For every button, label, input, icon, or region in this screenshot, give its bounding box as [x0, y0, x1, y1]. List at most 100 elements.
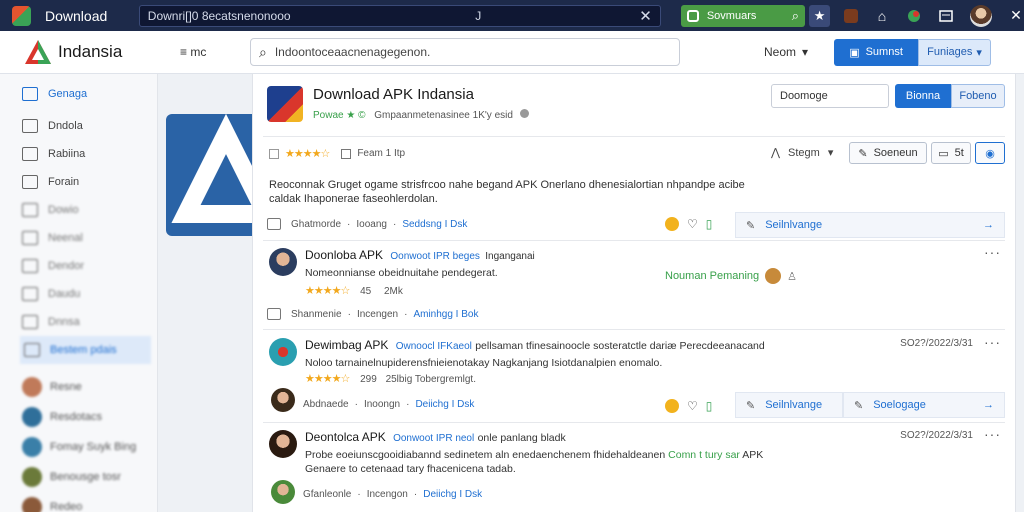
app-publisher[interactable]: Powae ★ ©: [313, 110, 365, 121]
sidebar-item-selected[interactable]: Bestem pdais: [20, 336, 151, 364]
quick-search-label: Sovmuars: [706, 9, 757, 22]
download-link[interactable]: Deiichg I Dsk: [423, 489, 482, 500]
user-avatar[interactable]: [969, 4, 992, 27]
more-options-icon[interactable]: ···: [984, 426, 1001, 442]
reply-label[interactable]: Inoongn: [364, 399, 400, 410]
post-tag[interactable]: Oonwoot IPR neol: [393, 433, 474, 444]
post-title-text: Deontolca APK: [305, 430, 386, 444]
menu-button[interactable]: ≡ mc: [180, 45, 250, 59]
sidebar-item[interactable]: Neenal: [0, 224, 157, 252]
reaction-group[interactable]: ♡ ▯: [665, 399, 712, 413]
like-icon[interactable]: ♡: [687, 399, 698, 413]
edit-link-bar[interactable]: ✎ Soelogage →: [843, 392, 1005, 418]
post-body: Noloo tarnainelnupiderensfnieienotakay N…: [305, 357, 663, 369]
sidebar-person[interactable]: Fomay Suyk Bing: [0, 432, 157, 462]
more-options-icon[interactable]: ···: [984, 334, 1001, 350]
pencil-icon: ✎: [858, 147, 868, 160]
puzzle-icon[interactable]: [843, 8, 858, 23]
folder-icon: [22, 315, 38, 329]
sidebar: Genaga Dndola Rabiina Forain Dowio Neena…: [0, 74, 158, 512]
divider: [263, 422, 1005, 423]
app-title: Download APK Indansia: [313, 86, 474, 103]
app-meta: Gmpaanmetenasinee 1K'y esid: [374, 110, 513, 121]
check-icon[interactable]: ▯: [706, 217, 713, 231]
sidebar-person[interactable]: Redeo: [0, 492, 157, 512]
secondary-action-button[interactable]: Fobeno: [951, 84, 1005, 108]
divider: [263, 136, 1005, 137]
like-icon[interactable]: ♡: [687, 217, 698, 231]
download-link[interactable]: Aminhgg I Bok: [413, 309, 478, 320]
more-options-icon[interactable]: ···: [984, 244, 1001, 260]
avatar: [765, 268, 782, 284]
sort-dropdown[interactable]: ⋀ Stegm ▾: [771, 146, 833, 160]
sidebar-person-name: Resdotacs: [50, 411, 102, 423]
sidebar-item[interactable]: Dnnsa: [0, 308, 157, 336]
smile-reaction-icon[interactable]: [665, 399, 679, 413]
window-icon[interactable]: [938, 8, 954, 24]
primary-button[interactable]: ▣ Sumnst: [834, 38, 919, 66]
check-icon[interactable]: ▯: [706, 399, 713, 413]
secondary-button[interactable]: Funiages ▾: [918, 38, 992, 66]
share-label[interactable]: Abdnaede: [303, 399, 349, 410]
author-badge[interactable]: Nouman Pemaning ♙: [665, 268, 797, 284]
folder-icon: [22, 287, 38, 301]
post-tag[interactable]: Ownoocl IFKaeol: [396, 341, 472, 352]
reply-label[interactable]: Incengen: [357, 309, 398, 320]
share-label[interactable]: Gfanleonle: [303, 489, 351, 500]
home-icon[interactable]: ⌂: [874, 8, 890, 24]
url-field[interactable]: Downri[]0 8ecatsnenonooo J ✕: [138, 4, 661, 27]
sidebar-item-label: Dnnsa: [48, 316, 80, 328]
sidebar-person[interactable]: Resdotacs: [0, 402, 157, 432]
site-header: Indansia ≡ mc ⌕ Indoontoceaacnenagegenon…: [0, 31, 1024, 74]
smile-reaction-icon[interactable]: [665, 217, 679, 231]
post-body: Probe eoeiunscgooidiabannd sedinetem aln…: [305, 448, 865, 476]
sidebar-item[interactable]: Daudu: [0, 280, 157, 308]
share-label[interactable]: Ghatmorde: [291, 219, 341, 230]
url-text: Downri[]0 8ecatsnenonooo: [147, 8, 291, 23]
search-input[interactable]: ⌕ Indoontoceaacnenagegenon.: [250, 38, 680, 66]
image-icon: ▭: [938, 147, 949, 160]
refresh-button[interactable]: ◉: [975, 142, 1005, 164]
sidebar-item[interactable]: Dowio: [0, 196, 157, 224]
sidebar-item[interactable]: Forain: [0, 168, 157, 196]
quick-search-button[interactable]: Sovmuars ⌕: [680, 4, 806, 27]
edit-link-bar[interactable]: ✎ Seilnlvange: [735, 392, 843, 418]
close-window-icon[interactable]: ✕: [1008, 7, 1024, 24]
avatar: [22, 377, 42, 397]
divider: [263, 240, 1005, 241]
date-label: Feam 1 Itp: [357, 148, 406, 159]
reply-label[interactable]: Iooang: [356, 219, 387, 230]
action-button[interactable]: Bionna: [895, 84, 951, 108]
sidebar-item[interactable]: Dndola: [0, 112, 157, 140]
sidebar-person[interactable]: Resne: [0, 372, 157, 402]
reaction-group[interactable]: ♡ ▯: [665, 217, 712, 231]
folder-icon: [22, 119, 38, 133]
share-icon[interactable]: [267, 218, 281, 230]
avatar: [269, 338, 297, 366]
checkbox-icon[interactable]: [269, 148, 279, 159]
edit-button[interactable]: ✎ Soeneun: [849, 142, 927, 164]
post-title-extra: onle panlang bladk: [477, 432, 566, 444]
sidebar-item[interactable]: Genaga: [0, 80, 157, 108]
news-dropdown[interactable]: Neom ▾: [764, 45, 808, 59]
close-icon[interactable]: ✕: [639, 7, 652, 25]
download-link[interactable]: Seddsng I Dsk: [402, 219, 467, 230]
filter-input[interactable]: Doomoge: [771, 84, 889, 108]
post-tag[interactable]: Inganganai: [485, 251, 535, 262]
sidebar-item[interactable]: Rabiina: [0, 140, 157, 168]
bookmark-star-icon[interactable]: ★: [809, 4, 830, 27]
edit-link-bar[interactable]: ✎ Seilnlvange →: [735, 212, 1005, 238]
sidebar-item[interactable]: Dendor: [0, 252, 157, 280]
post-tag[interactable]: Oonwoot IPR beges: [390, 251, 480, 262]
image-button[interactable]: ▭ 5t: [931, 142, 971, 164]
share-icon[interactable]: [267, 308, 281, 320]
edit-button-label: Soeneun: [873, 147, 918, 159]
post-body-link[interactable]: Comn t tury sar: [668, 449, 740, 461]
reply-label[interactable]: Incengon: [367, 489, 408, 500]
sidebar-person[interactable]: Benousge tosr: [0, 462, 157, 492]
palette-icon[interactable]: [906, 8, 922, 24]
share-label[interactable]: Shanmenie: [291, 309, 342, 320]
avatar: [22, 407, 42, 427]
download-link[interactable]: Deiichg I Dsk: [415, 399, 474, 410]
avatar: [271, 480, 295, 504]
